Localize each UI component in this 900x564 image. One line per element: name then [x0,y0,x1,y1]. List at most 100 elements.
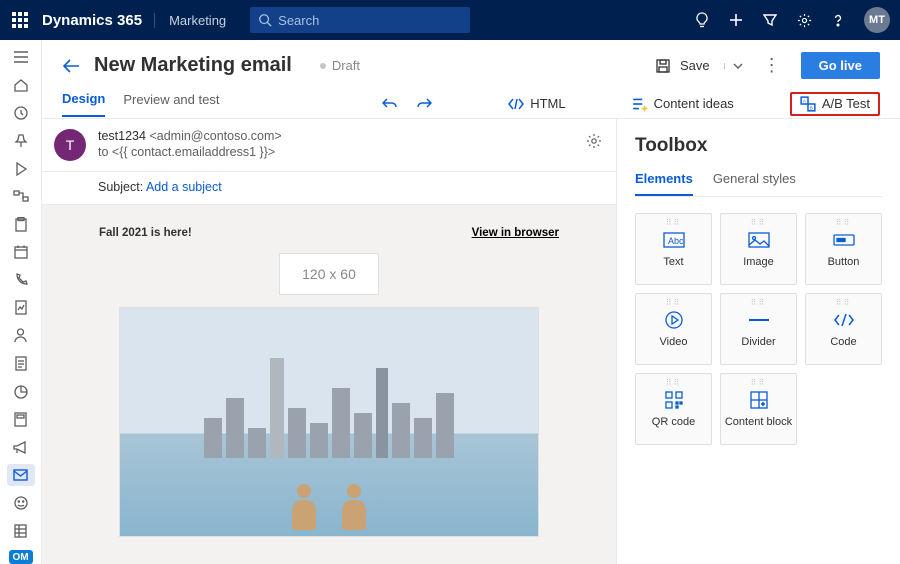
envelope-settings-icon[interactable] [586,133,602,149]
text-icon: Abc [663,230,685,250]
svg-text:A: A [803,98,807,103]
help-icon[interactable] [830,12,846,28]
tile-divider-label: Divider [741,336,775,348]
search-placeholder: Search [278,13,319,28]
left-rail: OM [0,40,42,564]
ab-test-label: A/B Test [822,96,870,111]
email-envelope: T test1234 <admin@contoso.com> to <{{ co… [42,119,616,172]
rail-chart-icon[interactable] [7,381,35,403]
logo-placeholder[interactable]: 120 x 60 [279,253,379,295]
tile-button-label: Button [828,256,860,268]
rail-phone-icon[interactable] [7,269,35,291]
search-icon [258,13,272,27]
toolbox-tab-styles[interactable]: General styles [713,171,796,196]
content-ideas-label: Content ideas [654,96,734,111]
ab-test-icon: AB [800,96,816,112]
redo-icon[interactable] [416,97,432,111]
rail-play-icon[interactable] [7,158,35,180]
rail-template-icon[interactable] [7,409,35,431]
toolbox-tab-elements[interactable]: Elements [635,171,693,196]
rail-mail-icon[interactable] [7,464,35,486]
tile-block-label: Content block [725,416,792,428]
rail-megaphone-icon[interactable] [7,436,35,458]
topbar: Dynamics 365 Marketing Search MT [0,0,900,40]
gear-icon[interactable] [796,12,812,28]
email-canvas-area: T test1234 <admin@contoso.com> to <{{ co… [42,119,616,564]
tile-divider[interactable]: ⠿⠿ Divider [720,293,797,365]
rail-sheet-icon[interactable] [7,520,35,542]
tab-preview[interactable]: Preview and test [123,92,219,116]
rail-report-icon[interactable] [7,297,35,319]
tile-qr-label: QR code [652,416,695,428]
tile-image[interactable]: ⠿⠿ Image [720,213,797,285]
save-label: Save [680,58,710,73]
toolbox-title: Toolbox [635,135,882,157]
html-label: HTML [530,96,565,111]
hero-image[interactable] [119,307,539,537]
button-icon [833,230,855,250]
brand: Dynamics 365 [42,12,142,29]
ab-test-button[interactable]: AB A/B Test [790,92,880,116]
rail-clipboard-icon[interactable] [7,213,35,235]
search-input[interactable]: Search [250,7,470,33]
code-tile-icon [833,310,855,330]
go-live-button[interactable]: Go live [801,52,880,79]
rail-recent-icon[interactable] [7,102,35,124]
rail-pin-icon[interactable] [7,130,35,152]
tile-video-label: Video [660,336,688,348]
save-icon [656,59,670,73]
rail-om-badge[interactable]: OM [9,550,33,564]
tile-code[interactable]: ⠿⠿ Code [805,293,882,365]
subject-row: Subject: Add a subject [42,172,616,205]
subject-label: Subject: [98,180,143,194]
tile-video[interactable]: ⠿⠿ Video [635,293,712,365]
rail-form-icon[interactable] [7,353,35,375]
from-email: <admin@contoso.com> [149,129,281,143]
back-icon[interactable] [62,59,80,73]
tab-design[interactable]: Design [62,91,105,117]
from-name: test1234 [98,129,146,143]
to-line: to <{{ contact.emailaddress1 }}> [98,145,282,159]
rail-person-icon[interactable] [7,325,35,347]
svg-text:Abc: Abc [668,236,684,246]
plus-icon[interactable] [728,12,744,28]
preheader-text: Fall 2021 is here! [99,227,192,239]
code-icon [508,96,524,112]
content-ideas-button[interactable]: Content ideas [632,96,734,112]
save-chevron-icon[interactable] [724,63,743,69]
tile-qr[interactable]: ⠿⠿ QR code [635,373,712,445]
editor-tabs: Design Preview and test HTML Content ide… [42,81,900,119]
filter-icon[interactable] [762,12,778,28]
tile-text[interactable]: ⠿⠿ Abc Text [635,213,712,285]
toolbox-panel: Toolbox Elements General styles ⠿⠿ Abc T… [616,119,900,564]
page-header: New Marketing email Draft Save ⋮ Go live [42,40,900,81]
rail-smile-icon[interactable] [7,492,35,514]
undo-icon[interactable] [382,97,398,111]
rail-home-icon[interactable] [7,74,35,96]
rail-calendar-icon[interactable] [7,241,35,263]
block-icon [748,390,770,410]
user-avatar[interactable]: MT [864,7,890,33]
divider-icon [748,310,770,330]
subject-link[interactable]: Add a subject [146,180,222,194]
tile-code-label: Code [830,336,856,348]
tile-content-block[interactable]: ⠿⠿ Content block [720,373,797,445]
html-button[interactable]: HTML [508,96,565,112]
view-in-browser-link[interactable]: View in browser [472,227,559,239]
rail-workflow-icon[interactable] [7,185,35,207]
status-badge: Draft [320,58,360,73]
app-launcher-icon[interactable] [12,12,28,28]
sender-avatar: T [54,129,86,161]
tile-button[interactable]: ⠿⠿ Button [805,213,882,285]
video-icon [663,310,685,330]
email-body[interactable]: Fall 2021 is here! View in browser 120 x… [99,227,559,564]
rail-menu-icon[interactable] [7,46,35,68]
app-name[interactable]: Marketing [154,13,226,28]
lightbulb-icon[interactable] [694,12,710,28]
page-title: New Marketing email [94,54,292,77]
overflow-menu-icon[interactable]: ⋮ [757,55,787,76]
save-button[interactable]: Save [656,58,743,73]
tile-image-label: Image [743,256,774,268]
sparkle-icon [632,96,648,112]
qr-icon [663,390,685,410]
